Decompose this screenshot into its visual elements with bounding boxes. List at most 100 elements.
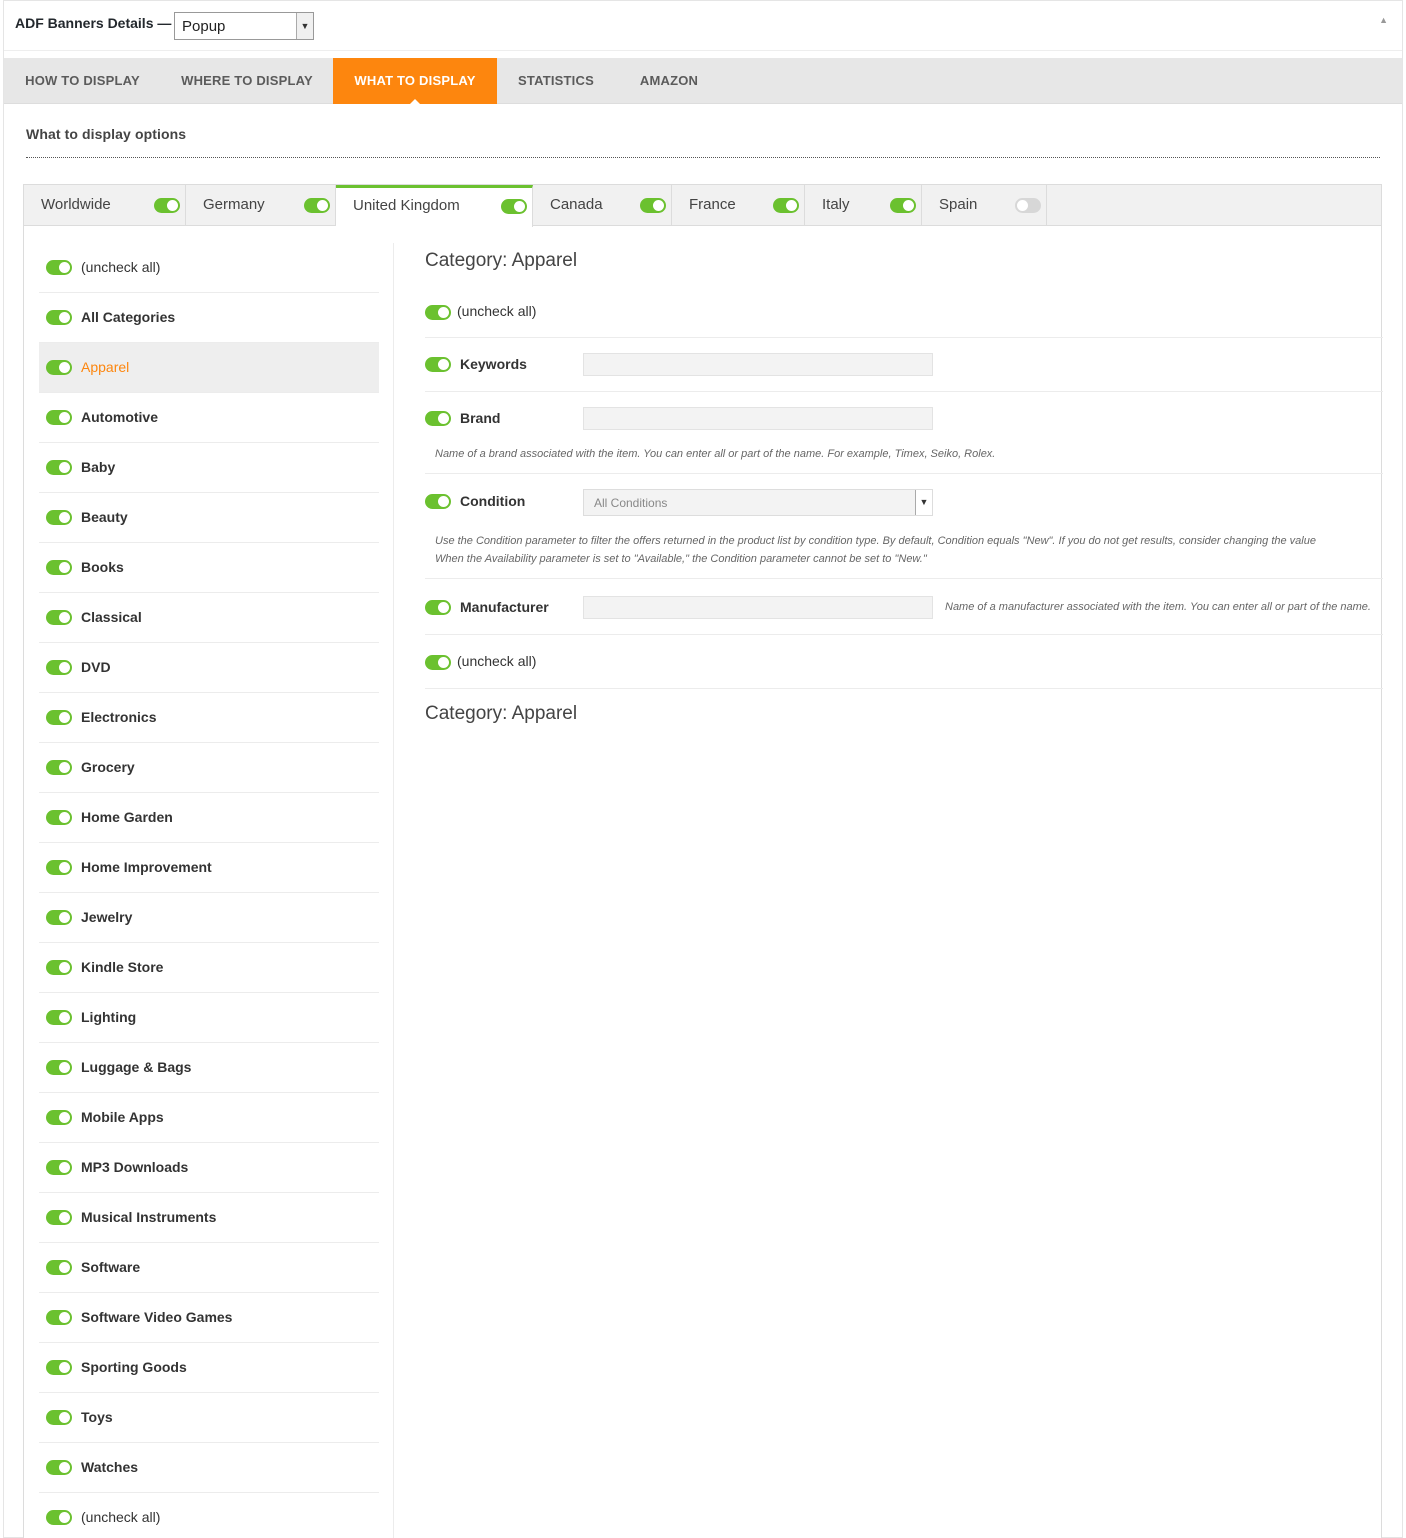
- category-item[interactable]: Classical: [39, 593, 379, 643]
- category-toggle[interactable]: [46, 1360, 72, 1375]
- tab-amazon[interactable]: AMAZON: [615, 58, 723, 104]
- category-toggle[interactable]: [46, 460, 72, 475]
- manufacturer-input[interactable]: [583, 596, 933, 619]
- category-toggle[interactable]: [46, 410, 72, 425]
- category-toggle[interactable]: [46, 860, 72, 875]
- country-toggle-italy[interactable]: [890, 198, 916, 213]
- category-toggle[interactable]: [46, 360, 72, 375]
- condition-toggle[interactable]: [425, 494, 451, 509]
- tab-how-to-display[interactable]: HOW TO DISPLAY: [4, 58, 161, 104]
- brand-input[interactable]: [583, 407, 933, 430]
- category-item[interactable]: Electronics: [39, 693, 379, 743]
- category-item[interactable]: Musical Instruments: [39, 1193, 379, 1243]
- country-tab-spain[interactable]: Spain: [922, 185, 1047, 226]
- category-toggle[interactable]: [46, 510, 72, 525]
- category-item[interactable]: Luggage & Bags: [39, 1043, 379, 1093]
- country-toggle-canada[interactable]: [640, 198, 666, 213]
- country-tab-label: Italy: [822, 196, 850, 213]
- category-toggle[interactable]: [46, 760, 72, 775]
- keywords-input[interactable]: [583, 353, 933, 376]
- detail-uncheck-all-bottom-row: (uncheck all): [425, 635, 1383, 689]
- category-toggle[interactable]: [46, 1210, 72, 1225]
- category-item[interactable]: Baby: [39, 443, 379, 493]
- category-item[interactable]: MP3 Downloads: [39, 1143, 379, 1193]
- category-toggle[interactable]: [46, 1310, 72, 1325]
- category-toggle[interactable]: [46, 810, 72, 825]
- category-toggle[interactable]: [46, 1410, 72, 1425]
- category-item-selected[interactable]: Apparel: [39, 343, 379, 393]
- tab-statistics[interactable]: STATISTICS: [497, 58, 615, 104]
- category-item[interactable]: DVD: [39, 643, 379, 693]
- category-item[interactable]: Automotive: [39, 393, 379, 443]
- brand-label: Brand: [460, 410, 501, 426]
- category-item[interactable]: Jewelry: [39, 893, 379, 943]
- category-toggle[interactable]: [46, 260, 72, 275]
- manufacturer-help: Name of a manufacturer associated with t…: [945, 601, 1371, 613]
- category-toggle[interactable]: [46, 710, 72, 725]
- category-item[interactable]: Lighting: [39, 993, 379, 1043]
- country-toggle-spain[interactable]: [1015, 198, 1041, 213]
- category-item[interactable]: All Categories: [39, 293, 379, 343]
- uncheck-all-toggle[interactable]: [425, 655, 451, 670]
- category-toggle[interactable]: [46, 1060, 72, 1075]
- tab-where-to-display[interactable]: WHERE TO DISPLAY: [161, 58, 333, 104]
- country-toggle-germany[interactable]: [304, 198, 330, 213]
- category-toggle[interactable]: [46, 1260, 72, 1275]
- category-item[interactable]: Kindle Store: [39, 943, 379, 993]
- display-type-select[interactable]: Popup ▼: [174, 12, 314, 40]
- category-toggle[interactable]: [46, 1460, 72, 1475]
- category-toggle[interactable]: [46, 310, 72, 325]
- brand-toggle[interactable]: [425, 411, 451, 426]
- condition-row: Condition All Conditions ▼ Use the Condi…: [425, 474, 1383, 579]
- category-label: Sporting Goods: [81, 1359, 187, 1375]
- category-label: Apparel: [81, 359, 130, 375]
- category-item[interactable]: Home Garden: [39, 793, 379, 843]
- category-toggle[interactable]: [46, 560, 72, 575]
- country-toggle-united-kingdom[interactable]: [501, 199, 527, 214]
- country-tab-united-kingdom[interactable]: United Kingdom: [336, 185, 533, 227]
- country-tab-canada[interactable]: Canada: [533, 185, 672, 226]
- category-uncheck-all[interactable]: (uncheck all): [39, 243, 379, 293]
- category-label: Toys: [81, 1409, 113, 1425]
- category-toggle[interactable]: [46, 1110, 72, 1125]
- category-toggle[interactable]: [46, 610, 72, 625]
- manufacturer-toggle[interactable]: [425, 600, 451, 615]
- category-item[interactable]: Watches: [39, 1443, 379, 1493]
- country-tab-italy[interactable]: Italy: [805, 185, 922, 226]
- category-label: Musical Instruments: [81, 1209, 217, 1225]
- category-uncheck-all-bottom[interactable]: (uncheck all): [39, 1493, 379, 1538]
- category-item[interactable]: Software: [39, 1243, 379, 1293]
- category-toggle[interactable]: [46, 960, 72, 975]
- metabox-header: ADF Banners Details — Popup ▼ ▲: [4, 1, 1402, 51]
- category-item[interactable]: Software Video Games: [39, 1293, 379, 1343]
- triangle-up-icon[interactable]: ▲: [1379, 15, 1388, 25]
- category-heading: Category: Apparel: [425, 250, 578, 271]
- country-tab-label: Worldwide: [41, 196, 111, 213]
- country-tab-germany[interactable]: Germany: [186, 185, 336, 226]
- section-divider: [26, 157, 1380, 158]
- country-tab-label: France: [689, 196, 736, 213]
- country-tab-worldwide[interactable]: Worldwide: [24, 185, 186, 226]
- category-item[interactable]: Home Improvement: [39, 843, 379, 893]
- category-label: Kindle Store: [81, 959, 164, 975]
- category-item[interactable]: Books: [39, 543, 379, 593]
- uncheck-all-toggle[interactable]: [425, 305, 451, 320]
- category-toggle[interactable]: [46, 1010, 72, 1025]
- category-item[interactable]: Sporting Goods: [39, 1343, 379, 1393]
- category-label: Jewelry: [81, 909, 133, 925]
- tab-what-to-display[interactable]: WHAT TO DISPLAY: [333, 58, 497, 105]
- country-toggle-france[interactable]: [773, 198, 799, 213]
- category-label: Luggage & Bags: [81, 1059, 192, 1075]
- category-toggle[interactable]: [46, 1510, 72, 1525]
- category-toggle[interactable]: [46, 1160, 72, 1175]
- category-toggle[interactable]: [46, 910, 72, 925]
- category-toggle[interactable]: [46, 660, 72, 675]
- category-item[interactable]: Beauty: [39, 493, 379, 543]
- category-item[interactable]: Grocery: [39, 743, 379, 793]
- condition-select[interactable]: All Conditions ▼: [583, 489, 933, 516]
- country-toggle-worldwide[interactable]: [154, 198, 180, 213]
- category-item[interactable]: Toys: [39, 1393, 379, 1443]
- keywords-toggle[interactable]: [425, 357, 451, 372]
- country-tab-france[interactable]: France: [672, 185, 805, 226]
- category-item[interactable]: Mobile Apps: [39, 1093, 379, 1143]
